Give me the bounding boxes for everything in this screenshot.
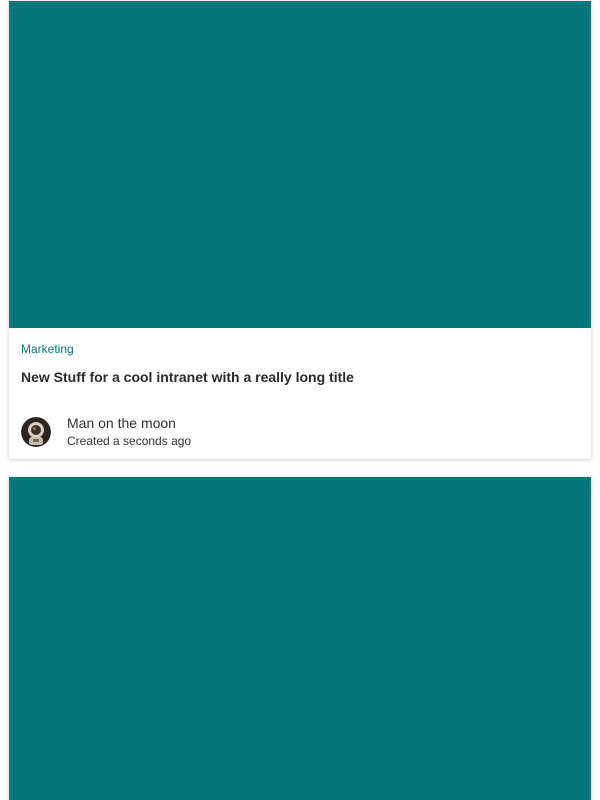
card-image[interactable]: [9, 1, 591, 328]
card-title[interactable]: New Stuff for a cool intranet with a rea…: [21, 368, 579, 386]
created-time: Created a seconds ago: [67, 434, 192, 448]
news-feed: Marketing New Stuff for a cool intranet …: [0, 0, 600, 800]
card-body: Marketing New Stuff for a cool intranet …: [9, 328, 591, 449]
news-card[interactable]: Marketing New Stuff for a cool intranet …: [9, 1, 591, 459]
news-card[interactable]: [9, 477, 591, 800]
astronaut-avatar-icon: [21, 417, 51, 447]
author-row: Man on the moon Created a seconds ago: [21, 415, 579, 449]
author-info: Man on the moon Created a seconds ago: [67, 415, 191, 449]
author-name: Man on the moon: [67, 415, 176, 431]
card-category-link[interactable]: Marketing: [21, 342, 74, 356]
card-image[interactable]: [9, 477, 591, 800]
